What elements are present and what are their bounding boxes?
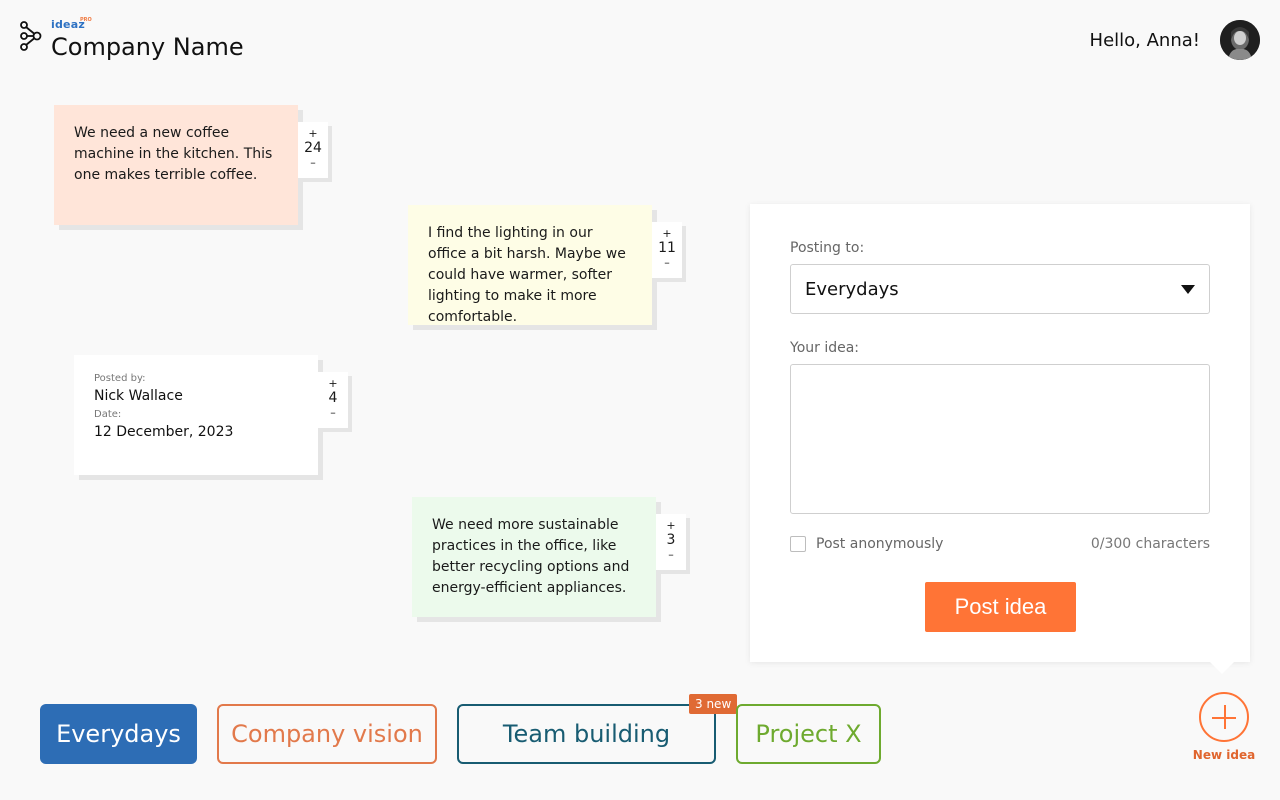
anonymous-label: Post anonymously: [816, 536, 944, 552]
posted-by-label: Posted by:: [94, 373, 146, 384]
idea-note-coffee[interactable]: We need a new coffee machine in the kitc…: [54, 105, 298, 225]
idea-note-text: We need more sustainable practices in th…: [432, 517, 630, 596]
idea-textarea[interactable]: [790, 364, 1210, 514]
board-select-value: Everydays: [805, 278, 899, 300]
user-greeting: Hello, Anna!: [1089, 30, 1200, 51]
vote-widget: + 4 –: [318, 372, 348, 428]
upvote-button[interactable]: +: [656, 520, 686, 531]
vote-count: 3: [666, 532, 676, 548]
idea-note-sustainability[interactable]: We need more sustainable practices in th…: [412, 497, 656, 617]
upvote-button[interactable]: +: [652, 228, 682, 239]
avatar-image: [1220, 20, 1260, 60]
vote-widget: + 11 –: [652, 222, 682, 278]
board-select[interactable]: Everydays: [790, 264, 1210, 314]
caret-down-icon: [1181, 284, 1195, 294]
panel-pointer: [1208, 660, 1236, 674]
upvote-button[interactable]: +: [298, 128, 328, 139]
vote-count: 4: [328, 390, 338, 406]
vote-widget: + 24 –: [298, 122, 328, 178]
post-idea-button[interactable]: Post idea: [925, 582, 1076, 632]
posted-by-value: Nick Wallace: [94, 388, 183, 404]
idea-note-text: We need a new coffee machine in the kitc…: [74, 125, 273, 183]
post-idea-panel: Posting to: Everydays Your idea: Post an…: [750, 204, 1250, 662]
vote-count: 24: [304, 140, 322, 156]
post-anonymously-toggle[interactable]: Post anonymously: [790, 536, 943, 552]
tab-company-vision[interactable]: Company vision: [217, 704, 437, 764]
brand-pro-badge: PRO: [80, 17, 92, 23]
downvote-button[interactable]: –: [656, 549, 686, 560]
date-label: Date:: [94, 409, 122, 420]
user-avatar[interactable]: [1220, 20, 1260, 60]
downvote-button[interactable]: –: [652, 257, 682, 268]
downvote-button[interactable]: –: [298, 157, 328, 168]
tab-everydays[interactable]: Everydays: [40, 704, 197, 764]
your-idea-label: Your idea:: [790, 340, 860, 356]
tab-project-x[interactable]: Project X: [736, 704, 881, 764]
date-value: 12 December, 2023: [94, 424, 234, 440]
tab-team-building[interactable]: Team building: [457, 704, 716, 764]
new-idea-button[interactable]: New idea: [1193, 692, 1255, 762]
new-idea-label: New idea: [1192, 748, 1256, 762]
plus-icon: [1199, 692, 1249, 742]
anonymous-checkbox[interactable]: [790, 536, 806, 552]
posting-to-label: Posting to:: [790, 240, 865, 256]
upvote-button[interactable]: +: [318, 378, 348, 389]
new-items-badge: 3 new: [689, 694, 738, 714]
downvote-button[interactable]: –: [318, 407, 348, 418]
vote-count: 11: [658, 240, 676, 256]
idea-note-text: I find the lighting in our office a bit …: [428, 225, 626, 325]
company-name: Company Name: [51, 33, 244, 61]
network-logo-icon: [20, 21, 42, 51]
vote-widget: + 3 –: [656, 514, 686, 570]
character-counter: 0/300 characters: [1090, 536, 1210, 552]
idea-note-details[interactable]: Posted by: Nick Wallace Date: 12 Decembe…: [74, 355, 318, 475]
idea-note-lighting[interactable]: I find the lighting in our office a bit …: [408, 205, 652, 325]
